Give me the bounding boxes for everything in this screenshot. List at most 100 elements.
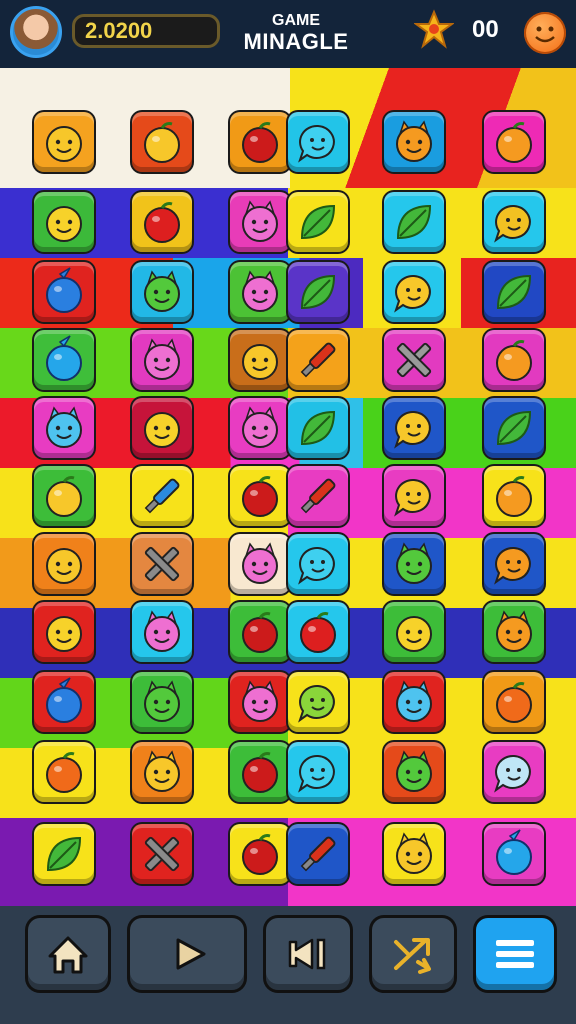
skip-back-button[interactable] <box>266 918 350 990</box>
tile-bubble[interactable] <box>288 112 348 172</box>
tile-leaf[interactable] <box>288 192 348 252</box>
tile-tool[interactable] <box>288 824 348 884</box>
bubble-icon <box>298 124 335 163</box>
tile-crossed-tools[interactable] <box>132 534 192 594</box>
tile-fruit[interactable] <box>132 192 192 252</box>
tile-fruit[interactable] <box>230 602 290 662</box>
shuffle-icon <box>394 938 431 974</box>
tile-fruit[interactable] <box>34 742 94 802</box>
tile-cat[interactable] <box>384 824 444 884</box>
tile-cat[interactable] <box>384 742 444 802</box>
tile-tool[interactable] <box>132 466 192 526</box>
leaf-icon <box>300 274 336 310</box>
tile-smiley[interactable] <box>34 602 94 662</box>
play-icon <box>176 938 206 970</box>
menu-button[interactable] <box>476 918 554 990</box>
tile-cat[interactable] <box>384 112 444 172</box>
tile-leaf[interactable] <box>288 398 348 458</box>
tile-cat[interactable] <box>132 330 192 390</box>
tile-bubble[interactable] <box>484 742 544 802</box>
game-board <box>0 68 576 906</box>
tile-fruit[interactable] <box>34 466 94 526</box>
tile-drop[interactable] <box>484 824 544 884</box>
tile-fruit[interactable] <box>484 672 544 732</box>
tool-icon <box>144 478 180 514</box>
fruit-icon <box>300 612 336 653</box>
tile-bubble[interactable] <box>384 398 444 458</box>
cat-icon <box>242 542 278 584</box>
tile-cat[interactable] <box>230 262 290 322</box>
tile-bubble[interactable] <box>288 534 348 594</box>
tile-leaf[interactable] <box>484 262 544 322</box>
drop-icon <box>46 335 82 381</box>
tile-cat[interactable] <box>34 398 94 458</box>
menu-icon <box>496 940 534 968</box>
tile-drop[interactable] <box>34 262 94 322</box>
tile-tool[interactable] <box>288 330 348 390</box>
tile-cat[interactable] <box>384 534 444 594</box>
tile-drop[interactable] <box>34 672 94 732</box>
tile-cat[interactable] <box>230 534 290 594</box>
tool-icon <box>300 836 336 872</box>
tile-cat[interactable] <box>384 672 444 732</box>
fruit-icon <box>242 476 278 517</box>
tile-fruit[interactable] <box>484 330 544 390</box>
cat-icon <box>396 750 432 792</box>
tile-bubble[interactable] <box>288 742 348 802</box>
tile-leaf[interactable] <box>288 262 348 322</box>
tile-leaf[interactable] <box>484 398 544 458</box>
tile-fruit[interactable] <box>484 112 544 172</box>
cat-icon <box>46 406 82 448</box>
tile-cat[interactable] <box>132 742 192 802</box>
tile-drop[interactable] <box>34 330 94 390</box>
shuffle-button[interactable] <box>372 918 454 990</box>
tile-fruit[interactable] <box>230 742 290 802</box>
smiley-icon <box>396 616 432 652</box>
star-trophy-icon[interactable] <box>414 8 454 52</box>
tile-cat[interactable] <box>484 602 544 662</box>
tile-fruit[interactable] <box>230 466 290 526</box>
fruit-icon <box>496 682 532 723</box>
drop-icon <box>46 267 82 313</box>
tile-fruit[interactable] <box>230 112 290 172</box>
cat-icon <box>242 680 278 722</box>
cat-icon <box>144 610 180 652</box>
fruit-icon <box>496 340 532 381</box>
tile-crossed-tools[interactable] <box>384 330 444 390</box>
tile-smiley[interactable] <box>132 398 192 458</box>
smiley-face-icon[interactable] <box>524 12 566 54</box>
tile-bubble[interactable] <box>484 534 544 594</box>
tile-tool[interactable] <box>288 466 348 526</box>
tile-fruit[interactable] <box>132 112 192 172</box>
tile-bubble[interactable] <box>288 672 348 732</box>
tile-bubble[interactable] <box>384 262 444 322</box>
tile-cat[interactable] <box>230 672 290 732</box>
tile-bubble[interactable] <box>484 192 544 252</box>
tile-cat[interactable] <box>230 398 290 458</box>
tile-cat[interactable] <box>230 192 290 252</box>
avatar[interactable] <box>10 6 62 58</box>
tile-crossed-tools[interactable] <box>132 824 192 884</box>
tile-fruit[interactable] <box>230 824 290 884</box>
tile-bubble[interactable] <box>384 466 444 526</box>
tile-smiley[interactable] <box>34 534 94 594</box>
smiley-icon <box>46 548 82 584</box>
fruit-icon <box>496 122 532 163</box>
tile-leaf[interactable] <box>34 824 94 884</box>
tile-leaf[interactable] <box>384 192 444 252</box>
home-button[interactable] <box>28 918 108 990</box>
tile-cat[interactable] <box>132 262 192 322</box>
tile-smiley[interactable] <box>230 330 290 390</box>
tile-smiley[interactable] <box>34 112 94 172</box>
cat-icon <box>144 270 180 312</box>
fruit-icon <box>242 752 278 793</box>
tile-fruit[interactable] <box>484 466 544 526</box>
tile-smiley[interactable] <box>34 192 94 252</box>
leaf-icon <box>300 410 336 446</box>
play-button[interactable] <box>130 918 244 990</box>
tile-cat[interactable] <box>132 672 192 732</box>
tile-smiley[interactable] <box>384 602 444 662</box>
bubble-icon <box>298 754 335 793</box>
tile-cat[interactable] <box>132 602 192 662</box>
tile-fruit[interactable] <box>288 602 348 662</box>
